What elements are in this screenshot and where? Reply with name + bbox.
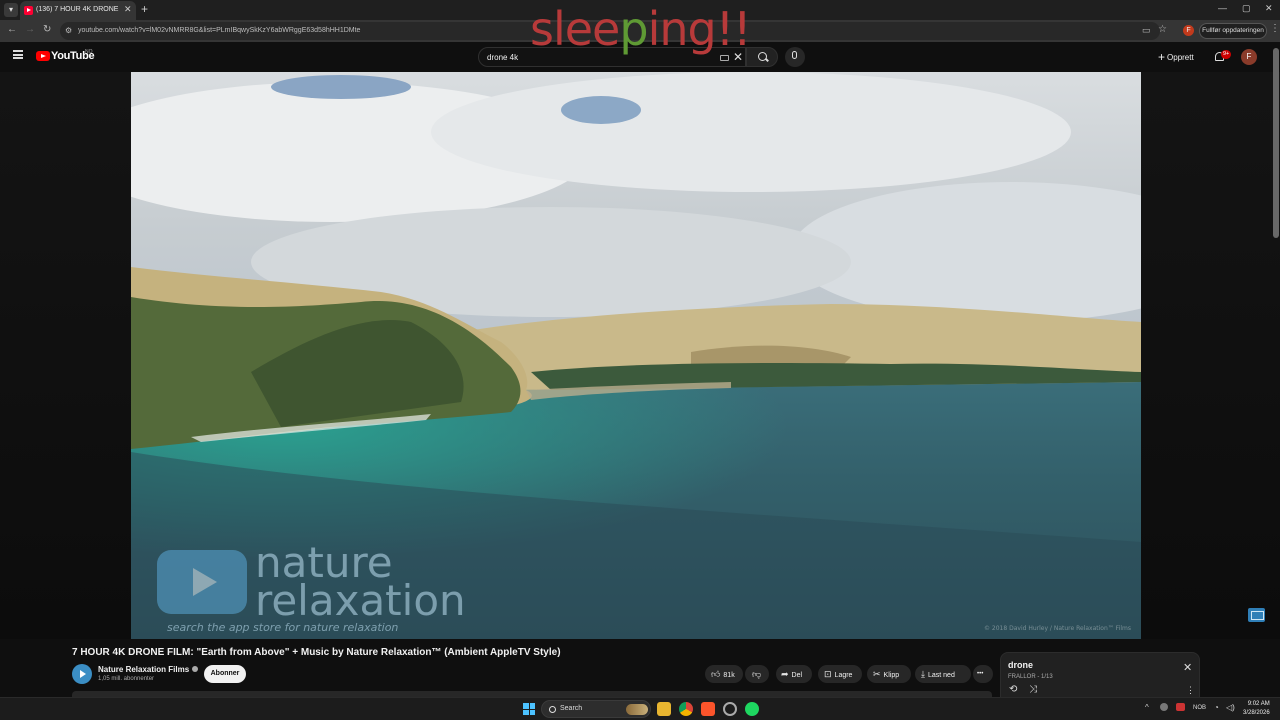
- playlist-close-icon[interactable]: ✕: [1183, 661, 1192, 674]
- new-tab-button[interactable]: +: [141, 2, 148, 16]
- site-info-icon[interactable]: ⚙: [65, 26, 72, 35]
- overlay-part-3: ing!!: [647, 2, 752, 56]
- cast-icon[interactable]: ▭: [1142, 25, 1151, 36]
- page-scrollbar[interactable]: [1273, 48, 1279, 238]
- sleeping-overlay-text: sleeping!!: [530, 2, 752, 56]
- video-frame: nature relaxation search the app store f…: [131, 72, 1141, 639]
- channel-avatar[interactable]: [72, 664, 92, 684]
- browser-menu-icon[interactable]: ⋮: [1270, 23, 1280, 34]
- copyright-text: © 2018 David Hurley / Nature Relaxation™…: [984, 625, 1131, 632]
- create-button[interactable]: + Opprett: [1158, 50, 1194, 64]
- subscriber-count: 1,05 mill. abonnenter: [98, 676, 155, 682]
- shuffle-icon[interactable]: ⤨: [1029, 684, 1037, 695]
- playlist-more-icon[interactable]: ⋮: [1186, 685, 1195, 696]
- download-label: Last ned: [927, 672, 955, 679]
- tab-close-icon[interactable]: ✕: [124, 4, 132, 15]
- video-title: 7 HOUR 4K DRONE FILM: "Earth from Above"…: [72, 647, 561, 658]
- reload-icon[interactable]: ↻: [43, 24, 51, 35]
- download-icon: ⤓: [921, 669, 925, 679]
- account-avatar[interactable]: F: [1241, 49, 1257, 65]
- bookmark-icon: ⊡: [824, 669, 832, 679]
- clock-app-icon[interactable]: [723, 702, 737, 716]
- clock-time: 9:02 AM: [1247, 701, 1270, 707]
- update-button[interactable]: Fullfør oppdateringen: [1199, 23, 1267, 39]
- channel-name-text[interactable]: Nature Relaxation Films: [98, 665, 189, 674]
- network-icon[interactable]: ◔: [1214, 703, 1219, 712]
- watermark-brand-line2: relaxation: [255, 576, 466, 625]
- watermark-tagline: search the app store for nature relaxati…: [167, 621, 398, 634]
- minimize-button[interactable]: —: [1218, 3, 1227, 13]
- volume-icon[interactable]: ◁): [1226, 703, 1235, 712]
- thumbs-down-icon: 👎︎: [752, 669, 762, 679]
- overlay-part-1: slee: [530, 2, 620, 56]
- file-explorer-icon[interactable]: [657, 702, 671, 716]
- more-actions-button[interactable]: •••: [973, 665, 993, 683]
- browser-tab[interactable]: (136) 7 HOUR 4K DRONE FILM: "Earth from …: [20, 1, 136, 20]
- voice-search-button[interactable]: [785, 47, 805, 67]
- search-icon: [549, 706, 556, 713]
- save-label: Lagre: [834, 672, 853, 679]
- tab-title: (136) 7 HOUR 4K DRONE FILM: "Earth from …: [36, 6, 120, 13]
- download-button[interactable]: ⤓ Last ned: [915, 665, 971, 683]
- video-player[interactable]: nature relaxation search the app store f…: [131, 72, 1141, 639]
- back-icon[interactable]: ←: [7, 24, 17, 35]
- tray-overflow-icon[interactable]: ^: [1145, 703, 1149, 712]
- youtube-logo-icon[interactable]: [36, 51, 50, 61]
- bookmark-star-icon[interactable]: ☆: [1158, 24, 1167, 35]
- loop-icon[interactable]: ⟲: [1009, 684, 1017, 695]
- thumbs-up-icon: 👍︎: [711, 669, 721, 679]
- windows-taskbar: Search ^ NOB ◔ ◁) 9:02 AM 3/28/2026: [0, 697, 1280, 720]
- verified-icon: [192, 666, 199, 672]
- browser-profile-icon[interactable]: F: [1183, 25, 1194, 36]
- taskbar-search[interactable]: Search: [541, 700, 651, 718]
- playlist-panel: drone FRALLOR - 1/13 ✕ ⟲ ⤨ ⋮: [1000, 652, 1200, 700]
- notification-badge: 9+: [1221, 50, 1232, 59]
- channel-name[interactable]: Nature Relaxation Films: [98, 665, 199, 674]
- miniplayer-icon[interactable]: [1248, 608, 1265, 622]
- search-icon: [758, 52, 767, 61]
- url-text[interactable]: youtube.com/watch?v=lM02vNMRR8G&list=PLm…: [78, 27, 360, 34]
- subscribe-button[interactable]: Abonner: [204, 665, 246, 683]
- taskbar-clock[interactable]: 9:02 AM 3/28/2026: [1243, 700, 1270, 718]
- maximize-button[interactable]: ▢: [1242, 3, 1251, 14]
- overlay-part-2: p: [619, 2, 648, 56]
- spotify-icon[interactable]: [745, 702, 759, 716]
- playlist-title[interactable]: drone: [1008, 660, 1033, 670]
- clip-button[interactable]: ✂ Klipp: [867, 665, 911, 683]
- hamburger-menu-icon[interactable]: [13, 50, 23, 59]
- plus-icon: +: [1158, 50, 1166, 64]
- microphone-icon: [792, 51, 797, 59]
- like-count: 81k: [723, 672, 735, 679]
- scissors-icon: ✂: [873, 669, 881, 679]
- save-button[interactable]: ⊡ Lagre: [818, 665, 862, 683]
- input-language[interactable]: NOB: [1193, 705, 1206, 711]
- search-highlight-icon: [626, 704, 648, 715]
- create-label: Opprett: [1167, 53, 1194, 62]
- region-code: NO: [85, 49, 93, 55]
- tray-app-icon-2[interactable]: [1176, 703, 1185, 711]
- playlist-subtitle: FRALLOR - 1/13: [1008, 674, 1053, 680]
- tray-app-icon[interactable]: [1160, 703, 1168, 711]
- youtube-favicon-icon: [24, 6, 33, 15]
- brave-icon[interactable]: [701, 702, 715, 716]
- windows-start-icon[interactable]: [523, 703, 535, 715]
- like-button[interactable]: 👍︎ 81k: [705, 665, 743, 683]
- forward-icon[interactable]: →: [25, 24, 35, 35]
- taskbar-search-label: Search: [560, 705, 583, 712]
- clock-date: 3/28/2026: [1243, 710, 1270, 716]
- tab-list-button[interactable]: ▾: [4, 3, 18, 17]
- clip-label: Klipp: [883, 672, 900, 679]
- search-button[interactable]: [746, 47, 778, 67]
- share-icon: ➦: [781, 669, 789, 679]
- search-query[interactable]: drone 4k: [487, 53, 518, 62]
- dislike-button[interactable]: 👎︎: [745, 665, 769, 683]
- share-label: Del: [791, 672, 803, 679]
- close-window-button[interactable]: ✕: [1265, 3, 1273, 14]
- share-button[interactable]: ➦ Del: [776, 665, 812, 683]
- chrome-icon[interactable]: [679, 702, 693, 716]
